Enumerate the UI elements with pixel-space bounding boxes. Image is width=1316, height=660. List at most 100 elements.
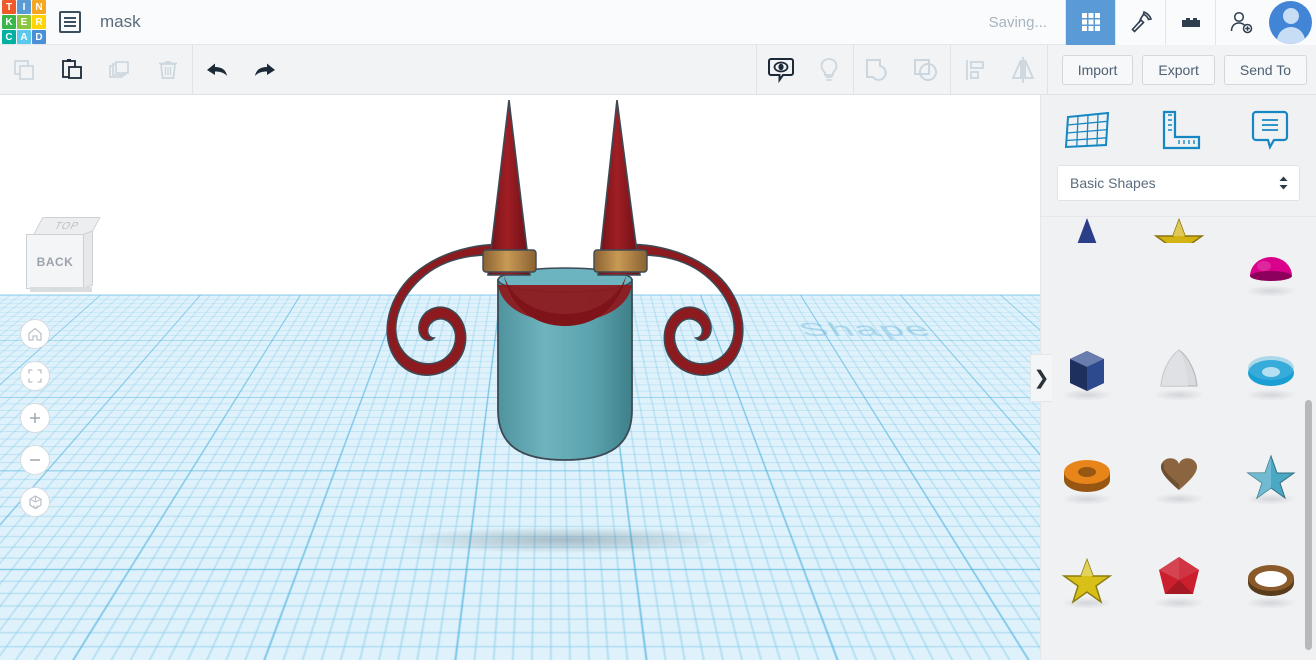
copy-glyph xyxy=(14,59,34,80)
horn-right xyxy=(597,99,641,276)
shape-star-yellow[interactable] xyxy=(1133,217,1225,243)
avatar[interactable] xyxy=(1265,0,1316,45)
add-person-icon[interactable] xyxy=(1215,0,1265,45)
avatar-image xyxy=(1269,0,1312,44)
undo-icon[interactable] xyxy=(193,45,241,95)
ruler-icon[interactable] xyxy=(1133,95,1225,165)
home-view-button[interactable] xyxy=(20,319,50,349)
shapes-category-label: Basic Shapes xyxy=(1070,175,1156,191)
export-button[interactable]: Export xyxy=(1142,54,1215,85)
ruler-glyph xyxy=(1162,110,1200,150)
clipboard-tools xyxy=(0,45,192,95)
shape-heart-thumb xyxy=(1150,446,1208,509)
workplane-icon[interactable] xyxy=(1041,95,1133,165)
logo-cell-c: C xyxy=(2,30,16,44)
shapes-category-select[interactable]: Basic Shapes xyxy=(1057,165,1300,201)
shape-paraboloid-thumb xyxy=(1150,342,1208,405)
undo-glyph xyxy=(207,63,227,76)
shape-torus-blue[interactable] xyxy=(1225,321,1316,425)
pickaxe-glyph xyxy=(1130,10,1152,33)
mirror-icon[interactable] xyxy=(999,45,1047,95)
shape-tube-orange[interactable] xyxy=(1041,425,1133,529)
apps-grid-glyph xyxy=(1081,13,1100,31)
3d-canvas[interactable]: Shape TOP BACK xyxy=(0,95,1040,660)
lightbulb-icon[interactable] xyxy=(805,45,853,95)
view-cube-base xyxy=(30,287,92,292)
project-list-button[interactable] xyxy=(48,11,92,33)
shape-star-3d-cyan[interactable] xyxy=(1225,425,1316,529)
shape-torus-blue-thumb xyxy=(1242,342,1300,405)
view-nav-buttons xyxy=(20,319,50,517)
logo-cell-n: N xyxy=(32,0,46,14)
logo-cell-t: T xyxy=(2,0,16,14)
visibility-glyph xyxy=(767,57,794,83)
page-title[interactable]: mask xyxy=(100,12,989,32)
select-arrows-icon xyxy=(1279,176,1288,190)
view-cube-side[interactable] xyxy=(83,230,93,289)
panel-icon-row xyxy=(1041,95,1316,165)
mask-model-render xyxy=(386,99,744,461)
view-cube-front[interactable]: BACK xyxy=(26,234,84,289)
ungroup-icon[interactable] xyxy=(902,45,950,95)
apps-grid-icon[interactable] xyxy=(1065,0,1115,45)
view-cube[interactable]: TOP BACK xyxy=(26,217,101,292)
send-to-button[interactable]: Send To xyxy=(1223,54,1307,85)
shape-list[interactable] xyxy=(1041,217,1316,660)
logo-cell-e: E xyxy=(17,15,31,29)
shape-gem-cyan-thumb xyxy=(1150,654,1208,660)
ortho-toggle-button[interactable] xyxy=(20,487,50,517)
shape-heart[interactable] xyxy=(1133,425,1225,529)
tinkercad-logo[interactable]: TIN KER CAD xyxy=(0,0,48,45)
ungroup-glyph xyxy=(913,58,937,81)
duplicate-glyph xyxy=(109,60,129,78)
copy-icon[interactable] xyxy=(0,45,48,95)
fit-view-button[interactable] xyxy=(20,361,50,391)
shape-rounded-cube-grey[interactable] xyxy=(1041,633,1133,660)
group-icon[interactable] xyxy=(854,45,902,95)
minus-icon xyxy=(30,459,40,461)
import-button[interactable]: Import xyxy=(1061,54,1134,85)
shape-hexagon-prism[interactable] xyxy=(1041,321,1133,425)
shape-star-flat-yellow[interactable] xyxy=(1041,529,1133,633)
shape-grid xyxy=(1041,217,1316,660)
shape-cone-blue[interactable] xyxy=(1041,217,1133,243)
shape-gem-cyan[interactable] xyxy=(1133,633,1225,660)
zoom-out-button[interactable] xyxy=(20,445,50,475)
view-tools xyxy=(757,45,853,95)
horn-left xyxy=(487,99,531,276)
shape-paraboloid[interactable] xyxy=(1133,321,1225,425)
logo-cell-d: D xyxy=(32,30,46,44)
zoom-in-button[interactable] xyxy=(20,403,50,433)
fit-view-icon xyxy=(28,369,42,383)
history-tools xyxy=(193,45,289,95)
mirror-glyph xyxy=(1011,56,1035,83)
align-icon[interactable] xyxy=(951,45,999,95)
duplicate-icon[interactable] xyxy=(96,45,144,95)
delete-icon[interactable] xyxy=(144,45,192,95)
pickaxe-icon[interactable] xyxy=(1115,0,1165,45)
logo-cell-r: R xyxy=(32,15,46,29)
group-tools xyxy=(854,45,950,95)
group-glyph xyxy=(865,58,887,81)
shape-ring-brown[interactable] xyxy=(1225,529,1316,633)
editor-toolbar: Import Export Send To xyxy=(0,44,1316,95)
panel-scrollbar[interactable] xyxy=(1305,400,1312,650)
shape-half-sphere[interactable] xyxy=(1225,217,1316,321)
ring-left xyxy=(482,249,537,273)
logo-cell-a: A xyxy=(17,30,31,44)
logo-cell-i: I xyxy=(17,0,31,14)
notes-icon[interactable] xyxy=(1224,95,1316,165)
shape-star-3d-cyan-thumb xyxy=(1242,446,1300,509)
paste-icon[interactable] xyxy=(48,45,96,95)
logo-grid: TIN KER CAD xyxy=(2,0,46,44)
blocks-icon[interactable] xyxy=(1165,0,1215,45)
redo-icon[interactable] xyxy=(241,45,289,95)
visibility-icon[interactable] xyxy=(757,45,805,95)
plus-icon xyxy=(30,413,40,423)
align-glyph xyxy=(965,59,984,80)
shape-polyhedron-red[interactable] xyxy=(1133,529,1225,633)
mask-model[interactable] xyxy=(370,99,760,550)
panel-collapse-toggle[interactable]: ❯ xyxy=(1030,354,1052,402)
shape-ring-brown-thumb xyxy=(1242,550,1300,613)
shape-cone-blue-thumb xyxy=(1058,217,1116,243)
